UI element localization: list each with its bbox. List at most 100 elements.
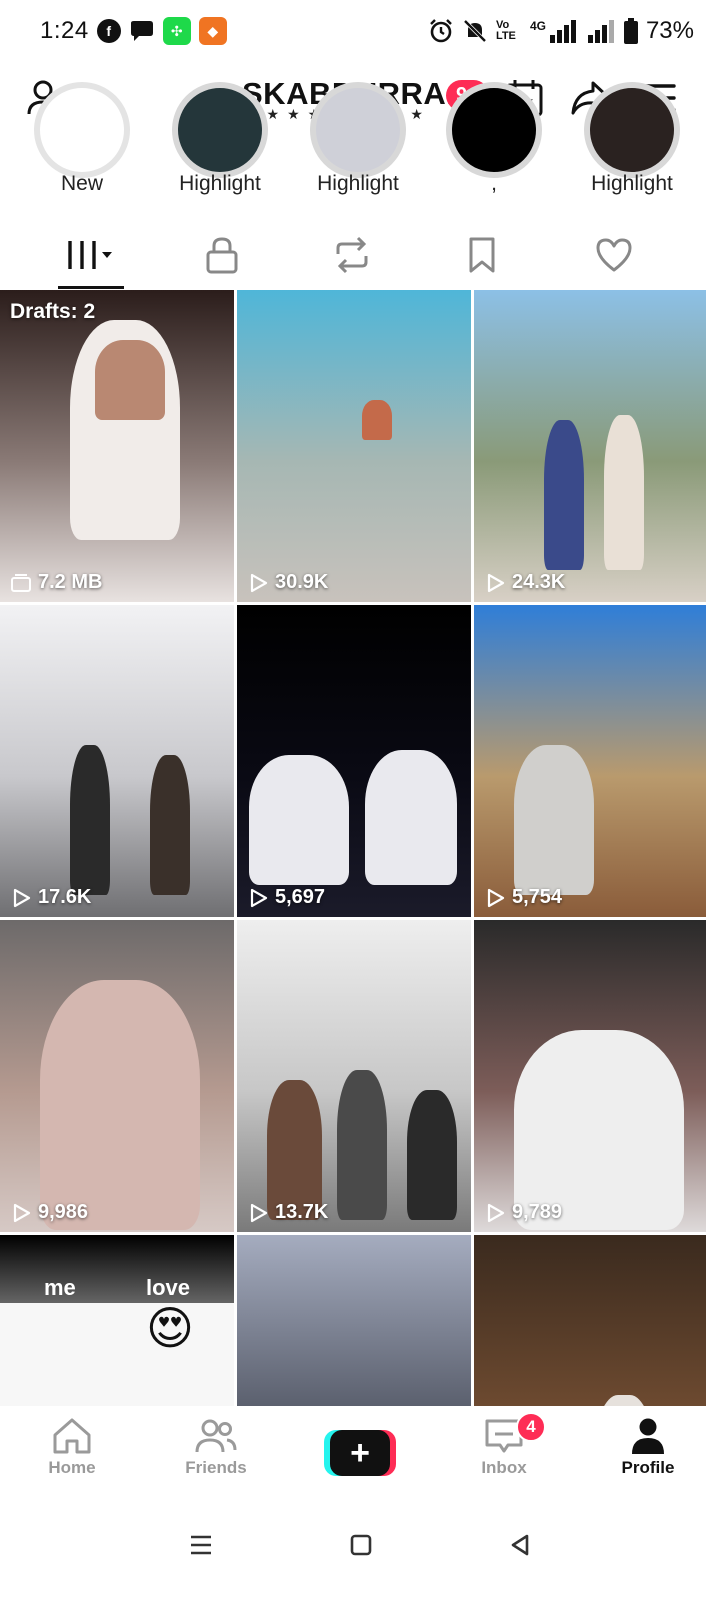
highlight-label[interactable]: Highlight <box>288 172 428 196</box>
view-count-text: 9,986 <box>38 1201 89 1223</box>
view-count: 5,697 <box>247 886 325 909</box>
home-icon <box>53 1418 91 1454</box>
thumbnail-figure <box>407 1090 457 1220</box>
messenger-icon <box>130 21 153 41</box>
nav-home[interactable]: Home <box>0 1406 144 1490</box>
highlight-label[interactable]: Highlight <box>150 172 290 196</box>
highlight-new-circle[interactable] <box>34 82 130 178</box>
tab-private[interactable] <box>174 222 270 288</box>
battery-icon <box>623 18 638 44</box>
profile-icon <box>632 1418 664 1454</box>
thumbnail-figure <box>337 1070 387 1220</box>
view-count-text: 13.7K <box>275 1201 329 1223</box>
play-icon <box>13 888 31 907</box>
thumbnail-figure <box>544 420 584 570</box>
highlight-label[interactable]: , <box>424 172 564 196</box>
tab-favorites[interactable] <box>434 222 530 288</box>
view-count-text: 7.2 MB <box>38 571 103 593</box>
repost-icon <box>336 236 368 274</box>
play-icon <box>250 1203 268 1222</box>
view-count-text: 17.6K <box>38 886 92 908</box>
video-tile[interactable]: 9,986 <box>0 920 234 1232</box>
status-left: 1:24 f ✣ ◆ <box>40 17 227 45</box>
orange-app-icon: ◆ <box>198 17 227 45</box>
status-right: Vo LTE 4G 73% <box>428 17 694 45</box>
video-tile[interactable]: 30.9K <box>237 290 471 602</box>
folder-icon <box>11 573 31 592</box>
home-button-icon[interactable] <box>348 1532 374 1558</box>
play-icon <box>250 888 268 907</box>
system-nav-bar <box>0 1490 720 1600</box>
thumbnail-figure <box>365 750 457 885</box>
network-label: 4G <box>529 19 546 33</box>
bottom-nav: Home Friends + 4 Inbox Profile <box>0 1406 720 1490</box>
thumbnail-figure <box>594 1395 654 1406</box>
thumbnail-figure <box>514 745 594 895</box>
view-count-text: 30.9K <box>275 571 329 593</box>
content-tabs <box>0 222 720 290</box>
plus-icon: + <box>330 1430 390 1476</box>
volte-label: Vo LTE <box>495 19 516 42</box>
nav-profile-label: Profile <box>621 1458 675 1477</box>
highlights-row: New Highlight Highlight , Highlight <box>0 82 720 212</box>
mute-icon <box>463 19 487 43</box>
view-count-text: 9,789 <box>512 1201 563 1223</box>
view-count: 17.6K <box>10 886 91 909</box>
thumbnail-overlay-text: love <box>146 1275 191 1300</box>
video-grid: Drafts: 2 7.2 MB 30.9K 24.3K 17.6K 5,697 5,754… <box>0 290 706 1406</box>
video-tile[interactable]: 9,789 <box>474 920 706 1232</box>
thumbnail-figure <box>267 1080 322 1220</box>
highlight-circle[interactable] <box>310 82 406 178</box>
create-button[interactable]: + <box>324 1430 396 1476</box>
nav-home-label: Home <box>48 1458 96 1477</box>
green-app-icon: ✣ <box>162 17 191 45</box>
tab-active-indicator <box>58 286 124 289</box>
video-tile[interactable]: 13.7K <box>237 920 471 1232</box>
highlight-label[interactable]: Highlight <box>562 172 702 196</box>
video-tile[interactable]: 5,697 <box>237 605 471 917</box>
video-tile[interactable]: me love 😍 <box>0 1235 234 1406</box>
nav-create[interactable]: + <box>288 1406 432 1490</box>
tab-liked[interactable] <box>566 222 662 288</box>
facebook-icon: f <box>96 19 121 43</box>
view-count: 24.3K <box>484 571 565 594</box>
lock-icon <box>206 237 238 274</box>
video-tile[interactable] <box>474 1235 706 1406</box>
signal-icon-2 <box>587 20 614 43</box>
thumbnail-figure <box>362 400 392 440</box>
tab-reposts[interactable] <box>304 222 400 288</box>
view-count: 9,986 <box>10 1201 88 1224</box>
video-tile[interactable]: 17.6K <box>0 605 234 917</box>
heart-icon <box>596 238 632 272</box>
view-count: 30.9K <box>247 571 328 594</box>
thumbnail-figure <box>40 980 200 1230</box>
nav-friends[interactable]: Friends <box>144 1406 288 1490</box>
drafts-tile[interactable]: Drafts: 2 7.2 MB <box>0 290 234 602</box>
view-count-text: 5,754 <box>512 886 563 908</box>
highlight-circle[interactable] <box>172 82 268 178</box>
play-icon <box>250 573 268 592</box>
highlight-label[interactable]: New <box>12 172 152 196</box>
back-icon[interactable] <box>507 1532 533 1558</box>
play-icon <box>487 1203 505 1222</box>
highlight-circle[interactable] <box>446 82 542 178</box>
play-icon <box>13 1203 31 1222</box>
thumbnail-figure <box>514 1030 684 1230</box>
highlight-circle[interactable] <box>584 82 680 178</box>
grid-icon <box>68 241 112 269</box>
view-count: 9,789 <box>484 1201 562 1224</box>
tab-videos[interactable] <box>44 222 140 288</box>
nav-inbox[interactable]: 4 Inbox <box>432 1406 576 1490</box>
nav-profile[interactable]: Profile <box>576 1406 720 1490</box>
video-tile[interactable]: 24.3K <box>474 290 706 602</box>
status-time: 1:24 <box>40 17 89 44</box>
video-tile[interactable]: 5,754 <box>474 605 706 917</box>
status-bar: 1:24 f ✣ ◆ Vo LTE 4G 73% <box>0 0 720 62</box>
video-tile[interactable] <box>237 1235 471 1406</box>
nav-inbox-label: Inbox <box>481 1458 527 1477</box>
inbox-badge: 4 <box>516 1412 546 1442</box>
thumbnail-overlay-text: me <box>44 1275 76 1300</box>
recent-apps-icon[interactable] <box>187 1532 215 1558</box>
thumbnail-figure <box>150 755 190 895</box>
thumbnail-figure <box>95 340 165 420</box>
